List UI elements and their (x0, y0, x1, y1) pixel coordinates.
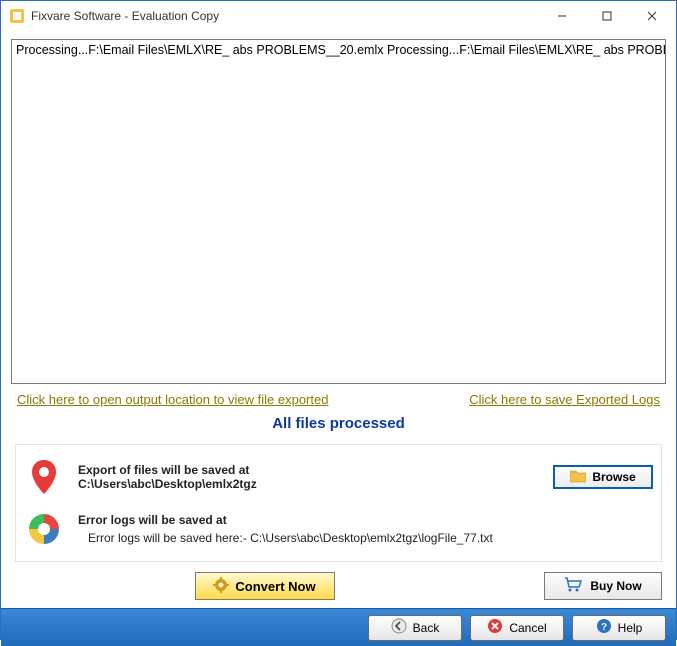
processing-log[interactable]: Processing...F:\Email Files\EMLX\RE_ abs… (11, 39, 666, 384)
pie-chart-icon (24, 509, 64, 549)
minimize-button[interactable] (539, 2, 584, 30)
close-button[interactable] (629, 2, 674, 30)
titlebar: Fixvare Software - Evaluation Copy (1, 1, 676, 31)
export-path-text: Export of files will be saved at C:\User… (78, 463, 553, 491)
window-controls (539, 2, 674, 30)
save-logs-link[interactable]: Click here to save Exported Logs (469, 392, 660, 407)
convert-now-button[interactable]: Convert Now (195, 572, 335, 600)
cancel-icon (487, 618, 503, 637)
app-icon (9, 8, 25, 24)
maximize-button[interactable] (584, 2, 629, 30)
back-button[interactable]: Back (368, 615, 462, 641)
buy-now-button[interactable]: Buy Now (544, 572, 662, 600)
window-title: Fixvare Software - Evaluation Copy (31, 9, 219, 23)
bottom-nav-bar: Back Cancel ? Help (1, 608, 676, 646)
gear-icon (213, 577, 229, 596)
status-message: All files processed (11, 411, 666, 444)
open-output-link[interactable]: Click here to open output location to vi… (17, 392, 328, 407)
cart-icon (564, 577, 582, 596)
arrow-left-icon (391, 618, 407, 637)
svg-text:?: ? (601, 622, 607, 633)
help-icon: ? (596, 618, 612, 637)
error-log-text: Error logs will be saved at Error logs w… (78, 513, 653, 545)
browse-button[interactable]: Browse (553, 465, 653, 489)
folder-icon (570, 469, 586, 486)
info-panel: Export of files will be saved at C:\User… (15, 444, 662, 562)
help-button[interactable]: ? Help (572, 615, 666, 641)
cancel-button[interactable]: Cancel (470, 615, 564, 641)
location-pin-icon (24, 457, 64, 497)
